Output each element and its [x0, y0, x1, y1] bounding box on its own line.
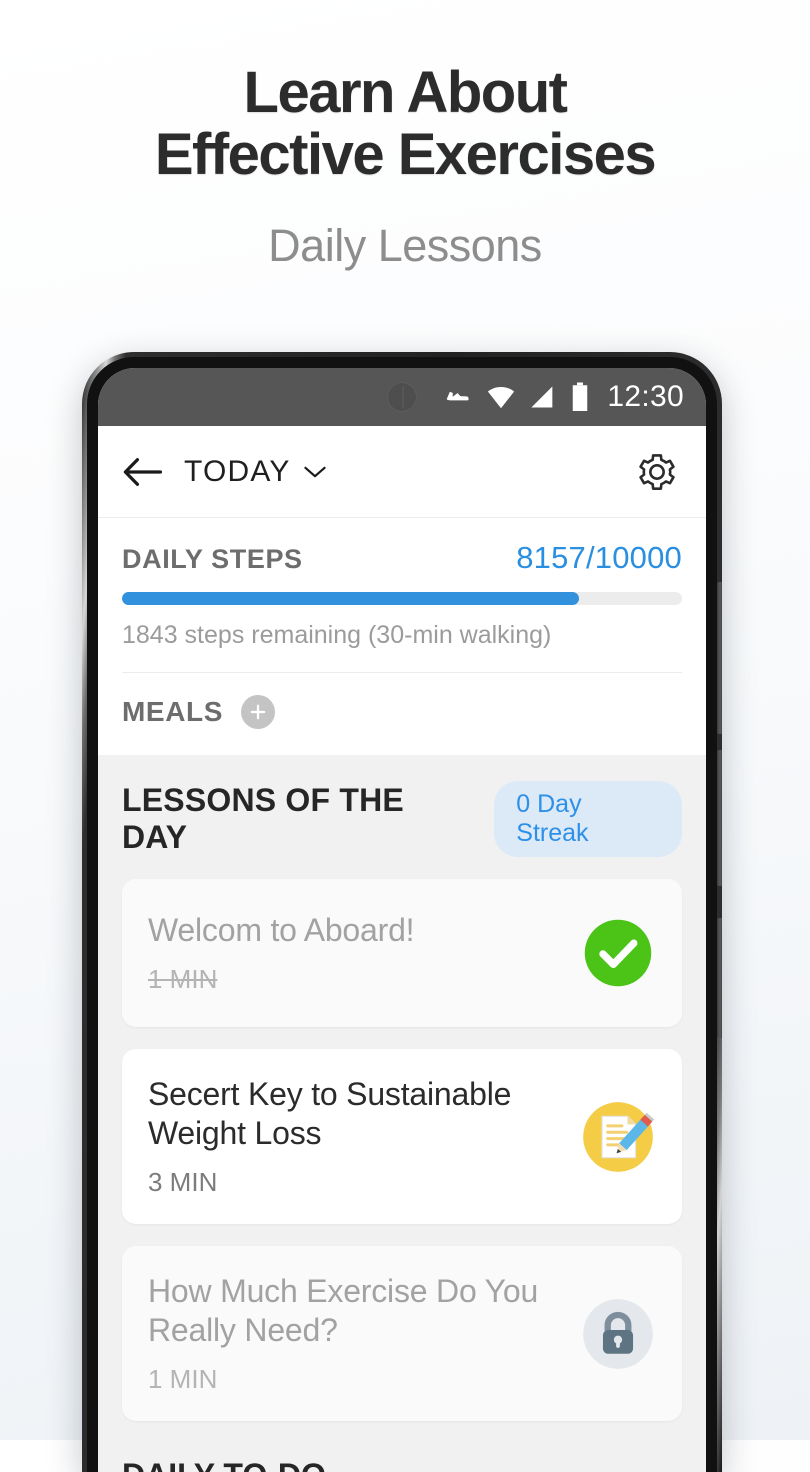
lessons-title: LESSONS OF THE DAY [122, 782, 404, 855]
app-bar: TODAY [98, 426, 706, 518]
app-bar-title[interactable]: TODAY [184, 455, 291, 489]
status-bar: 12:30 [98, 368, 706, 426]
daily-steps-row[interactable]: DAILY STEPS 8157/10000 [122, 518, 682, 576]
wifi-icon [488, 387, 515, 409]
summary-section: DAILY STEPS 8157/10000 1843 steps remain… [98, 518, 706, 755]
phone-mockup: 12:30 TODAY DAILY STEPS 8157/10000 1843 … [82, 352, 722, 1472]
volume-up-button[interactable] [717, 582, 722, 734]
status-icons: 12:30 [443, 380, 684, 414]
daily-steps-progress-fill [122, 592, 579, 605]
lesson-card-locked[interactable]: How Much Exercise Do You Really Need? 1 … [122, 1246, 682, 1422]
daily-steps-progress-track [122, 592, 682, 605]
phone-bezel: 12:30 TODAY DAILY STEPS 8157/10000 1843 … [87, 357, 717, 1472]
promo-title-line1: Learn About [243, 60, 568, 125]
daily-steps-label: DAILY STEPS [122, 544, 303, 574]
lesson-duration: 1 MIN [148, 964, 218, 995]
lesson-card-available[interactable]: Secert Key to Sustainable Weight Loss 3 … [122, 1049, 682, 1225]
lesson-duration: 1 MIN [148, 1364, 218, 1395]
meals-label: MEALS [122, 696, 223, 727]
status-time: 12:30 [607, 380, 684, 413]
add-meal-button[interactable] [241, 695, 275, 729]
cell-signal-icon [531, 386, 553, 408]
chevron-down-icon[interactable] [303, 464, 327, 480]
lesson-card-text: Secert Key to Sustainable Weight Loss 3 … [148, 1075, 580, 1198]
promo-subtitle: Daily Lessons [268, 220, 542, 272]
lessons-header: LESSONS OF THE DAY 0 Day Streak [122, 781, 682, 857]
lesson-card-text: Welcom to Aboard! 1 MIN [148, 911, 580, 995]
lesson-card-text: How Much Exercise Do You Really Need? 1 … [148, 1272, 580, 1395]
check-circle-icon [584, 919, 652, 987]
front-camera-icon [387, 382, 417, 412]
lesson-title: Welcom to Aboard! [148, 911, 415, 948]
note-pencil-icon [583, 1101, 655, 1172]
power-button[interactable] [717, 918, 722, 1038]
lesson-card-completed[interactable]: Welcom to Aboard! 1 MIN [122, 879, 682, 1027]
volume-down-button[interactable] [717, 750, 722, 886]
gear-icon[interactable] [636, 451, 678, 493]
promo-title: Learn About Effective Exercises [0, 60, 810, 188]
lesson-title: How Much Exercise Do You Really Need? [148, 1273, 539, 1349]
shoe-icon [446, 390, 471, 402]
streak-badge[interactable]: 0 Day Streak [494, 781, 682, 857]
promo-title-line2: Effective Exercises [154, 122, 657, 188]
lessons-section: LESSONS OF THE DAY 0 Day Streak Welcom t… [98, 755, 706, 1472]
battery-icon [573, 382, 588, 411]
lock-icon [583, 1298, 653, 1369]
plus-icon [250, 704, 266, 720]
daily-todo-header: DAILY TO-DO [122, 1457, 682, 1472]
daily-steps-value: 8157/10000 [516, 540, 682, 575]
lesson-title: Secert Key to Sustainable Weight Loss [148, 1076, 512, 1152]
promo-header: Learn About Effective Exercises Daily Le… [0, 0, 810, 272]
lesson-duration: 3 MIN [148, 1167, 218, 1198]
phone-screen: 12:30 TODAY DAILY STEPS 8157/10000 1843 … [98, 368, 706, 1472]
daily-steps-note: 1843 steps remaining (30-min walking) [122, 621, 552, 649]
arrow-left-icon[interactable] [122, 456, 162, 488]
daily-todo-title: DAILY TO-DO [122, 1457, 326, 1472]
meals-row[interactable]: MEALS [122, 673, 682, 755]
